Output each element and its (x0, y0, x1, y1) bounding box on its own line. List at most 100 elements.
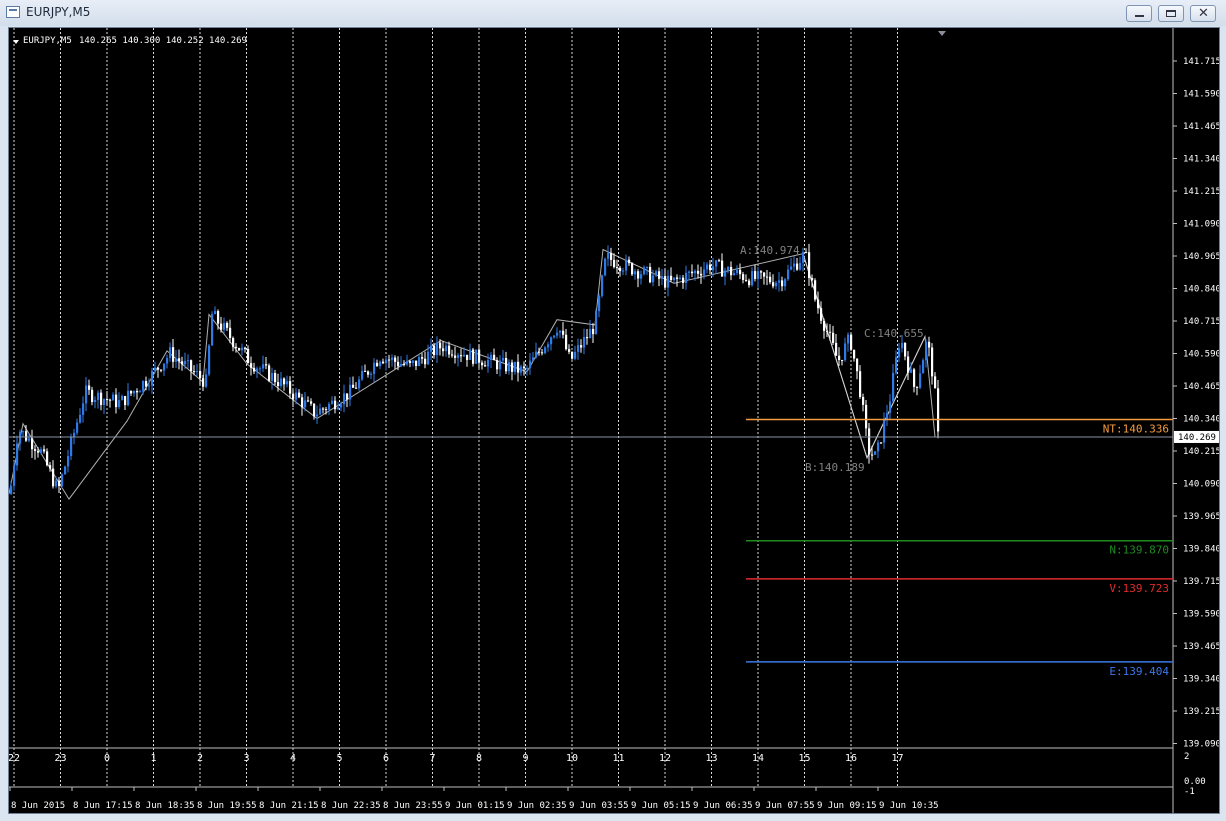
hour-label: 10 (566, 753, 578, 764)
symbol-label[interactable]: EURJPY,M5 (23, 36, 72, 46)
candle-body (691, 271, 694, 274)
time-label: 9 Jun 09:15 (817, 801, 877, 811)
candle-body (634, 271, 637, 275)
close-button[interactable]: ✕ (1190, 5, 1216, 22)
candlesticks (10, 243, 940, 495)
price-chart[interactable]: NT:140.336 N:139.870 V:139.723 E:139.404 140… (8, 27, 1220, 814)
indicator-axis: 2 0.00 -1 (1184, 752, 1206, 797)
candle-body (352, 384, 355, 388)
candle-body (436, 342, 439, 356)
candle-body (43, 449, 46, 452)
candle-body (517, 361, 520, 373)
candle-body (304, 400, 307, 408)
close-icon: ✕ (1198, 6, 1209, 21)
candle-body (790, 266, 793, 270)
candle-body (331, 400, 334, 404)
candle-body (538, 351, 541, 353)
price-axis[interactable]: 141.715 141.590 141.465 141.340 141.215 141.0… (1173, 57, 1220, 750)
candle-body (751, 271, 754, 286)
candle-body (271, 373, 274, 381)
candle-body (34, 449, 37, 451)
separators (9, 28, 1174, 813)
candle-body (502, 358, 505, 361)
candle-body (673, 277, 676, 281)
hour-label: 23 (54, 753, 66, 764)
candle-body (289, 381, 292, 394)
candle-body (394, 357, 397, 362)
candle-body (10, 485, 13, 494)
candle-body (649, 266, 652, 283)
candle-body (832, 332, 835, 343)
candle-body (640, 274, 643, 279)
candle-body (151, 370, 154, 386)
hour-label: 2 (197, 753, 203, 764)
candle-body (262, 364, 265, 369)
candle-body (187, 360, 190, 362)
candle-body (580, 345, 583, 348)
time-label: 9 Jun 07:55 (755, 801, 815, 811)
minimize-button[interactable] (1126, 5, 1152, 22)
price-tick-label: 140.715 (1183, 317, 1220, 327)
candle-body (496, 360, 499, 370)
candle-body (115, 394, 118, 408)
candle-body (544, 347, 547, 354)
candle-body (55, 480, 58, 487)
candle-body (763, 272, 766, 277)
zigzag-line (9, 248, 936, 500)
candle-body (307, 400, 310, 402)
candle-body (298, 392, 301, 398)
price-tick-label: 141.090 (1183, 220, 1220, 230)
time-label: 9 Jun 10:35 (879, 801, 939, 811)
candle-body (601, 275, 604, 296)
candle-body (274, 373, 277, 383)
candle-body (439, 342, 442, 349)
price-tick-label: 140.215 (1183, 447, 1220, 457)
candle-body (508, 362, 511, 372)
candle-body (61, 474, 64, 487)
time-label: 9 Jun 05:15 (631, 801, 691, 811)
candle-body (766, 276, 769, 278)
candle-body (715, 260, 718, 267)
price-tick-label: 141.465 (1183, 122, 1220, 132)
candle-body (559, 330, 562, 333)
candle-body (409, 361, 412, 363)
candle-body (853, 349, 856, 359)
candle-body (82, 403, 85, 415)
time-label: 9 Jun 02:35 (507, 801, 567, 811)
time-label: 8 Jun 17:15 (73, 801, 133, 811)
candle-body (220, 323, 223, 330)
time-label: 8 Jun 22:35 (321, 801, 381, 811)
chart-shift-icon[interactable] (938, 31, 946, 36)
candle-body (859, 371, 862, 397)
candle-body (454, 355, 457, 358)
candle-body (706, 264, 709, 270)
candle-body (343, 393, 346, 405)
hour-label: 0 (104, 753, 110, 764)
candle-body (796, 263, 799, 270)
candle-body (793, 263, 796, 267)
candle-body (97, 392, 100, 400)
hour-label: 22 (9, 753, 20, 764)
chart-canvas[interactable]: NT:140.336N:139.870V:139.723E:139.404140… (9, 28, 1220, 814)
candle-body (727, 266, 730, 271)
candle-body (91, 389, 94, 403)
candle-body (202, 378, 205, 387)
candle-body (67, 456, 70, 467)
title-bar[interactable]: EURJPY,M5 ✕ (0, 0, 1226, 26)
candle-body (658, 271, 661, 279)
candle-body (598, 295, 601, 312)
hour-label: 12 (659, 753, 671, 764)
candle-body (337, 407, 340, 410)
maximize-button[interactable] (1158, 5, 1184, 22)
candle-body (277, 382, 280, 387)
candle-body (166, 357, 169, 364)
candle-body (748, 280, 751, 286)
candle-body (661, 276, 664, 279)
time-label: 9 Jun 06:35 (693, 801, 753, 811)
candle-body (490, 354, 493, 361)
candle-body (256, 368, 259, 372)
price-tick-label: 140.840 (1183, 285, 1220, 295)
candle-body (499, 360, 502, 370)
candle-body (412, 360, 415, 363)
candle-body (103, 399, 106, 405)
